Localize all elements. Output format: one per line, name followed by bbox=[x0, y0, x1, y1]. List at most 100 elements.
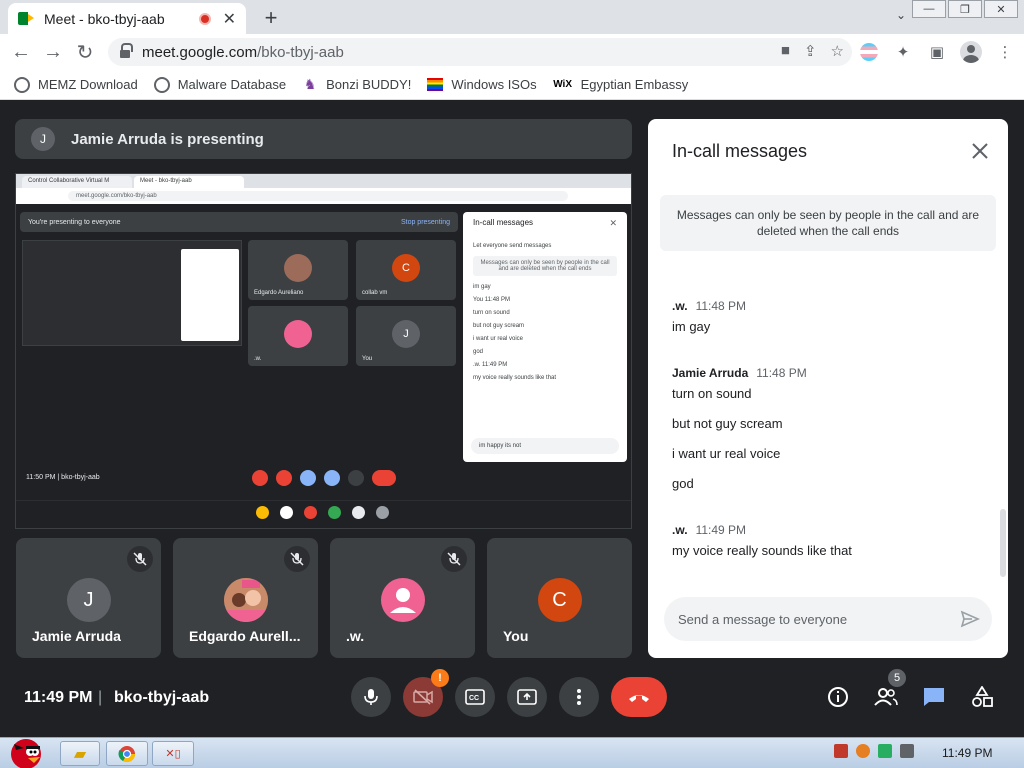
participant-avatar: J bbox=[66, 578, 111, 622]
shared-present-icon bbox=[324, 470, 340, 486]
back-arrow-icon[interactable]: ← bbox=[8, 39, 34, 65]
participant-name: Edgardo Aurell... bbox=[189, 628, 301, 644]
participant-name: You bbox=[503, 628, 529, 644]
microphone-button[interactable] bbox=[351, 677, 391, 717]
taskbar-chrome[interactable] bbox=[106, 741, 148, 766]
minimize-button[interactable]: — bbox=[912, 0, 946, 18]
chat-icon[interactable] bbox=[916, 679, 952, 715]
svg-text:CC: CC bbox=[469, 695, 479, 702]
shared-screen[interactable]: Control Collaborative Virtual M Meet - b… bbox=[15, 173, 632, 529]
default-person-avatar bbox=[380, 578, 425, 622]
bookmark-bonzi[interactable]: ♞ Bonzi BUDDY! bbox=[302, 76, 412, 93]
message-text: but not guy scream bbox=[672, 416, 783, 431]
shared-taskbar bbox=[16, 500, 631, 522]
new-tab-button[interactable]: + bbox=[260, 5, 282, 31]
participant-tile-edgardo[interactable]: Edgardo Aurell... bbox=[173, 538, 318, 658]
bookmark-egyptian-embassy[interactable]: WiX Egyptian Embassy bbox=[553, 77, 688, 93]
shared-cc-icon bbox=[300, 470, 316, 486]
tray-volume-icon[interactable] bbox=[900, 744, 914, 758]
recording-indicator-icon bbox=[198, 12, 211, 25]
end-call-button[interactable] bbox=[611, 677, 667, 717]
more-options-button[interactable] bbox=[559, 677, 599, 717]
shared-youtube-icon bbox=[304, 506, 317, 519]
tray-search-icon[interactable] bbox=[856, 744, 870, 758]
chat-input-box[interactable] bbox=[664, 597, 992, 641]
taskbar-clock[interactable]: 11:49 PM bbox=[942, 746, 992, 760]
message-text: im gay bbox=[672, 319, 711, 334]
participant-tile-jamie[interactable]: J Jamie Arruda bbox=[16, 538, 161, 658]
meet-favicon-icon bbox=[18, 12, 34, 25]
tray-battery-icon[interactable] bbox=[878, 744, 892, 758]
close-window-button[interactable]: ✕ bbox=[984, 0, 1018, 18]
restore-button[interactable]: ❐ bbox=[948, 0, 982, 18]
participant-tile-w[interactable]: .w. bbox=[330, 538, 475, 658]
message-group: .w. 11:48 PM im gay bbox=[672, 299, 746, 350]
present-screen-button[interactable] bbox=[507, 677, 547, 717]
participant-photo-avatar bbox=[223, 578, 268, 622]
forward-arrow-icon[interactable]: → bbox=[40, 39, 66, 65]
camera-in-use-icon[interactable]: ■ bbox=[781, 42, 790, 60]
chat-scrollbar[interactable] bbox=[1000, 509, 1006, 577]
chrome-icon bbox=[118, 745, 136, 762]
extensions-puzzle-icon[interactable]: ✦ bbox=[892, 41, 914, 63]
address-bar[interactable]: meet.google.com/bko-tbyj-aab ■ ⇪ ☆ bbox=[108, 38, 852, 66]
send-icon[interactable] bbox=[960, 609, 980, 629]
tray-error-icon[interactable] bbox=[834, 744, 848, 758]
meet-stage: J Jamie Arruda is presenting Control Col… bbox=[0, 101, 1024, 737]
side-panel-icon[interactable]: ▣ bbox=[926, 41, 948, 63]
message-sender: Jamie Arruda bbox=[672, 366, 749, 380]
participant-name: Jamie Arruda bbox=[32, 628, 121, 644]
shared-mini-chat bbox=[181, 249, 239, 341]
share-icon[interactable]: ⇪ bbox=[804, 42, 817, 60]
meeting-info-icon[interactable] bbox=[820, 679, 856, 715]
browser-tab-meet[interactable]: Meet - bko-tbyj-aab ✕ bbox=[8, 3, 246, 34]
message-group: Jamie Arruda 11:48 PM turn on sound but n… bbox=[672, 366, 807, 507]
meeting-code: bko-tbyj-aab bbox=[114, 689, 210, 706]
taskbar-explorer[interactable]: ▰ bbox=[60, 741, 100, 766]
close-icon[interactable] bbox=[968, 139, 992, 163]
shared-tile: .w. bbox=[248, 306, 348, 366]
message-sender: .w. bbox=[672, 299, 688, 313]
reload-icon[interactable]: ↻ bbox=[72, 39, 98, 65]
bookmark-windows-isos[interactable]: Windows ISOs bbox=[427, 77, 537, 92]
camera-off-button[interactable]: ! bbox=[403, 669, 449, 717]
shared-mini-screen bbox=[22, 240, 242, 346]
shared-meet-icon bbox=[328, 506, 341, 519]
shared-settings-icon bbox=[376, 506, 389, 519]
taskbar-app[interactable]: ✕▯ bbox=[152, 741, 194, 766]
toolbar-right: ✦ ▣ ⋮ bbox=[858, 41, 1016, 63]
bookmark-star-icon[interactable]: ☆ bbox=[831, 42, 844, 60]
browser-menu-icon[interactable]: ⋮ bbox=[994, 41, 1016, 63]
start-button-angry-bird-icon[interactable] bbox=[4, 732, 48, 768]
message-text: my voice really sounds like that bbox=[672, 543, 852, 558]
message-input[interactable] bbox=[678, 611, 948, 627]
participant-avatar: C bbox=[537, 578, 582, 622]
message-text: turn on sound bbox=[672, 386, 752, 401]
profile-avatar-icon[interactable] bbox=[960, 41, 982, 63]
message-text: god bbox=[672, 476, 694, 491]
activities-icon[interactable] bbox=[964, 679, 1000, 715]
message-sender: .w. bbox=[672, 523, 688, 537]
tab-search-chevron-icon[interactable]: ⌄ bbox=[896, 8, 906, 22]
shared-tile: Edgardo Aureliano bbox=[248, 240, 348, 300]
presenter-avatar: J bbox=[31, 127, 55, 151]
extension-flag-icon[interactable] bbox=[858, 41, 880, 63]
chat-privacy-notice: Messages can only be seen by people in t… bbox=[660, 195, 996, 251]
lock-icon bbox=[120, 42, 133, 58]
tab-close-icon[interactable]: ✕ bbox=[223, 9, 236, 29]
shared-end-icon bbox=[372, 470, 396, 486]
bookmark-memz[interactable]: MEMZ Download bbox=[14, 76, 138, 93]
message-time: 11:48 PM bbox=[695, 299, 747, 313]
bookmark-malware-database[interactable]: Malware Database bbox=[153, 76, 286, 93]
presenting-banner: J Jamie Arruda is presenting bbox=[15, 119, 632, 159]
shared-presenting-bar: You're presenting to everyone Stop prese… bbox=[20, 212, 458, 232]
shared-tile: J You bbox=[356, 306, 456, 366]
shared-tab-2: Meet - bko-tbyj-aab bbox=[134, 176, 244, 188]
bonzi-icon: ♞ bbox=[303, 76, 317, 92]
globe-icon bbox=[153, 76, 170, 93]
captions-button[interactable]: CC bbox=[455, 677, 495, 717]
meeting-clock: 11:49 PM bbox=[24, 689, 93, 706]
shared-chrome-icon bbox=[256, 506, 269, 519]
shared-tab-1: Control Collaborative Virtual M bbox=[22, 176, 132, 188]
participant-tile-you[interactable]: C You bbox=[487, 538, 632, 658]
